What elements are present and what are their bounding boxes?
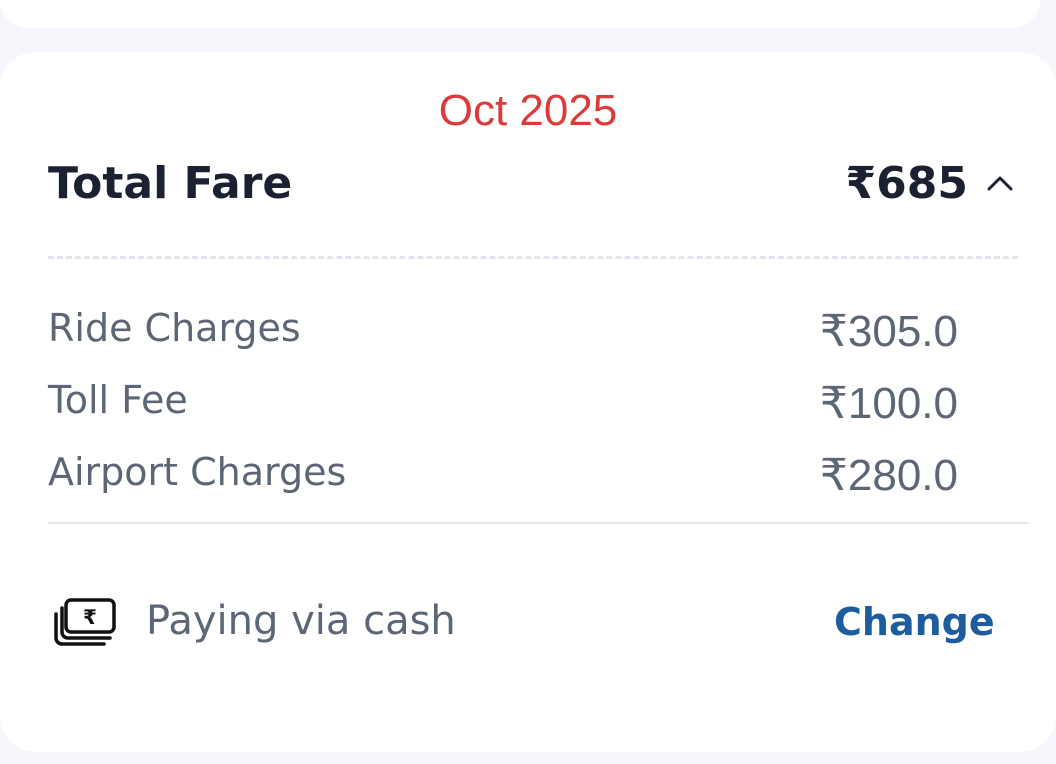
fare-row-value: ₹280.0 (819, 451, 958, 500)
date-label: Oct 2025 (438, 86, 618, 135)
total-fare-label[interactable]: Total Fare (48, 158, 292, 209)
fare-row-label: Airport Charges (48, 450, 347, 494)
fare-row-value: ₹305.0 (819, 307, 958, 356)
solid-divider (48, 522, 1028, 524)
fare-row-label: Ride Charges (48, 306, 301, 350)
dashed-divider (48, 256, 1018, 259)
fare-row-label: Toll Fee (48, 378, 188, 422)
fare-row-ride-charges: Ride Charges ₹305.0 (48, 306, 958, 360)
svg-text:₹: ₹ (83, 605, 97, 629)
payment-method-text: Paying via cash (146, 598, 456, 644)
total-fare-value[interactable]: ₹685 (846, 158, 968, 209)
chevron-up-icon[interactable] (985, 168, 1015, 198)
previous-card (0, 0, 1040, 28)
change-payment-button[interactable]: Change (834, 600, 995, 644)
fare-row-airport-charges: Airport Charges ₹280.0 (48, 450, 958, 504)
fare-row-value: ₹100.0 (819, 379, 958, 428)
cash-rupee-icon: ₹ (54, 598, 116, 646)
fare-row-toll-fee: Toll Fee ₹100.0 (48, 378, 958, 432)
